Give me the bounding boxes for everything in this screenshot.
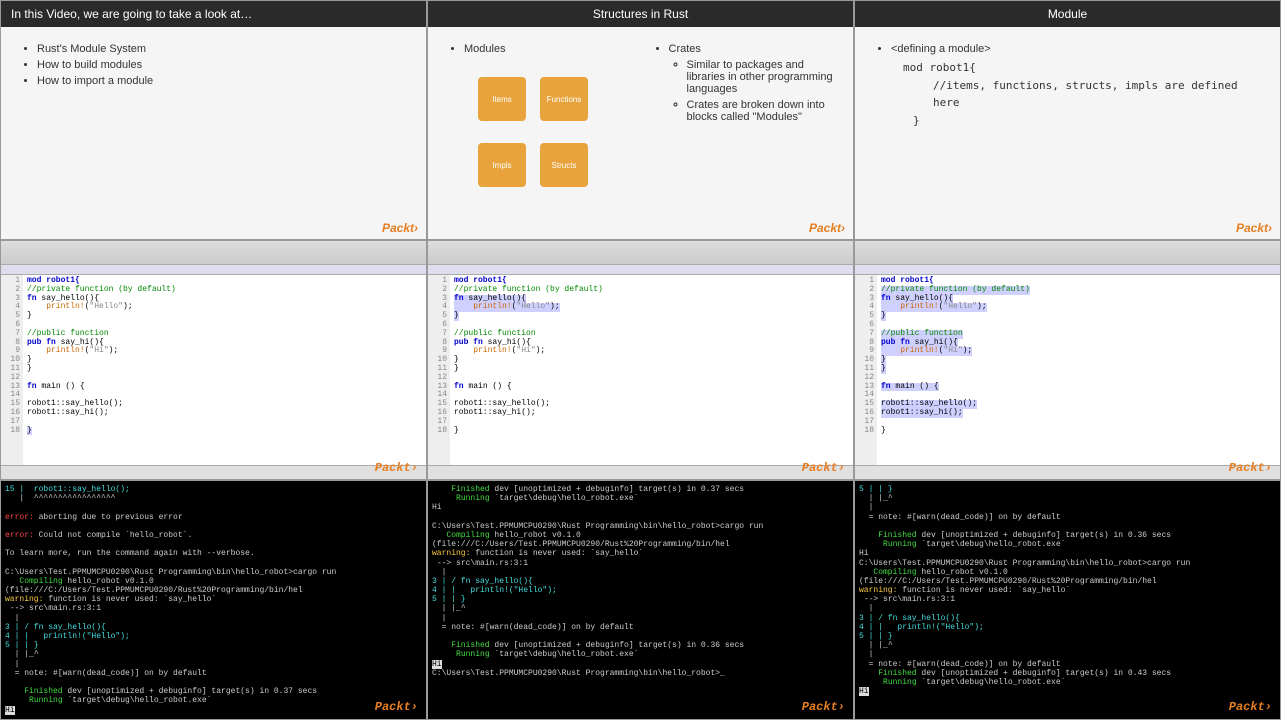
editor-tabs [855, 265, 1280, 275]
code-line: } [913, 112, 1262, 130]
brand-logo: Packt› [809, 221, 845, 235]
module-code: mod robot1{ //items, functions, structs,… [893, 59, 1262, 129]
brand-logo: Packt› [375, 461, 418, 475]
editor-panel-2: 1 2 3 4 5 6 7 8 9 10 11 12 13 14 15 16 1… [427, 240, 854, 480]
brand-logo: Packt› [1229, 701, 1272, 715]
terminal[interactable]: Finished dev [unoptimized + debuginfo] t… [428, 481, 853, 719]
slide-module: Module <defining a module> mod robot1{ /… [854, 0, 1281, 240]
module-heading: <defining a module> [891, 43, 1262, 55]
brand-logo: Packt› [375, 701, 418, 715]
editor-tabs [428, 265, 853, 275]
box-impls: Impls [478, 143, 526, 187]
editor-panel-3: 1 2 3 4 5 6 7 8 9 10 11 12 13 14 15 16 1… [854, 240, 1281, 480]
bullet: How to build modules [37, 59, 408, 71]
slide-title: Structures in Rust [428, 1, 853, 27]
brand-logo: Packt› [1236, 221, 1272, 235]
slide-body: <defining a module> mod robot1{ //items,… [855, 27, 1280, 239]
terminal[interactable]: 15 | robot1::say_hello(); | ^^^^^^^^^^^^… [1, 481, 426, 719]
code-area[interactable]: mod robot1{ //private function (by defau… [23, 275, 180, 465]
code-area[interactable]: mod robot1{ //private function (by defau… [450, 275, 607, 465]
slide-body: Modules Items Functions Impls Structs Cr… [428, 27, 853, 239]
editor-statusbar [1, 465, 426, 479]
line-gutter: 1 2 3 4 5 6 7 8 9 10 11 12 13 14 15 16 1… [428, 275, 450, 465]
code-line: mod robot1{ [903, 59, 1262, 77]
modules-diagram: Items Functions Impls Structs [478, 77, 588, 187]
crate-point: Similar to packages and libraries in oth… [687, 59, 836, 95]
terminal-panel-3: 5 | | } | |_^ | = note: #[warn(dead_code… [854, 480, 1281, 720]
editor-toolbar [428, 241, 853, 265]
crate-point: Crates are broken down into blocks calle… [687, 99, 836, 123]
editor-toolbar [855, 241, 1280, 265]
box-items: Items [478, 77, 526, 121]
modules-heading: Modules [464, 43, 631, 55]
brand-logo: Packt› [382, 221, 418, 235]
terminal-panel-1: 15 | robot1::say_hello(); | ^^^^^^^^^^^^… [0, 480, 427, 720]
editor-toolbar [1, 241, 426, 265]
box-structs: Structs [540, 143, 588, 187]
slide-grid: In this Video, we are going to take a lo… [0, 0, 1281, 720]
box-functions: Functions [540, 77, 588, 121]
brand-logo: Packt› [1229, 461, 1272, 475]
terminal[interactable]: 5 | | } | |_^ | = note: #[warn(dead_code… [855, 481, 1280, 719]
line-gutter: 1 2 3 4 5 6 7 8 9 10 11 12 13 14 15 16 1… [855, 275, 877, 465]
line-gutter: 1 2 3 4 5 6 7 8 9 10 11 12 13 14 15 16 1… [1, 275, 23, 465]
bullet: How to import a module [37, 75, 408, 87]
code-line: //items, functions, structs, impls are d… [933, 77, 1262, 112]
bullet: Rust's Module System [37, 43, 408, 55]
code-area[interactable]: mod robot1{ //private function (by defau… [877, 275, 1034, 465]
slide-structures: Structures in Rust Modules Items Functio… [427, 0, 854, 240]
crates-heading: Crates [669, 43, 836, 55]
slide-title: Module [855, 1, 1280, 27]
brand-logo: Packt› [802, 701, 845, 715]
editor-panel-1: 1 2 3 4 5 6 7 8 9 10 11 12 13 14 15 16 1… [0, 240, 427, 480]
terminal-panel-2: Finished dev [unoptimized + debuginfo] t… [427, 480, 854, 720]
editor-statusbar [428, 465, 853, 479]
slide-intro: In this Video, we are going to take a lo… [0, 0, 427, 240]
slide-title: In this Video, we are going to take a lo… [1, 1, 426, 27]
slide-body: Rust's Module System How to build module… [1, 27, 426, 239]
brand-logo: Packt› [802, 461, 845, 475]
editor-tabs [1, 265, 426, 275]
editor-statusbar [855, 465, 1280, 479]
